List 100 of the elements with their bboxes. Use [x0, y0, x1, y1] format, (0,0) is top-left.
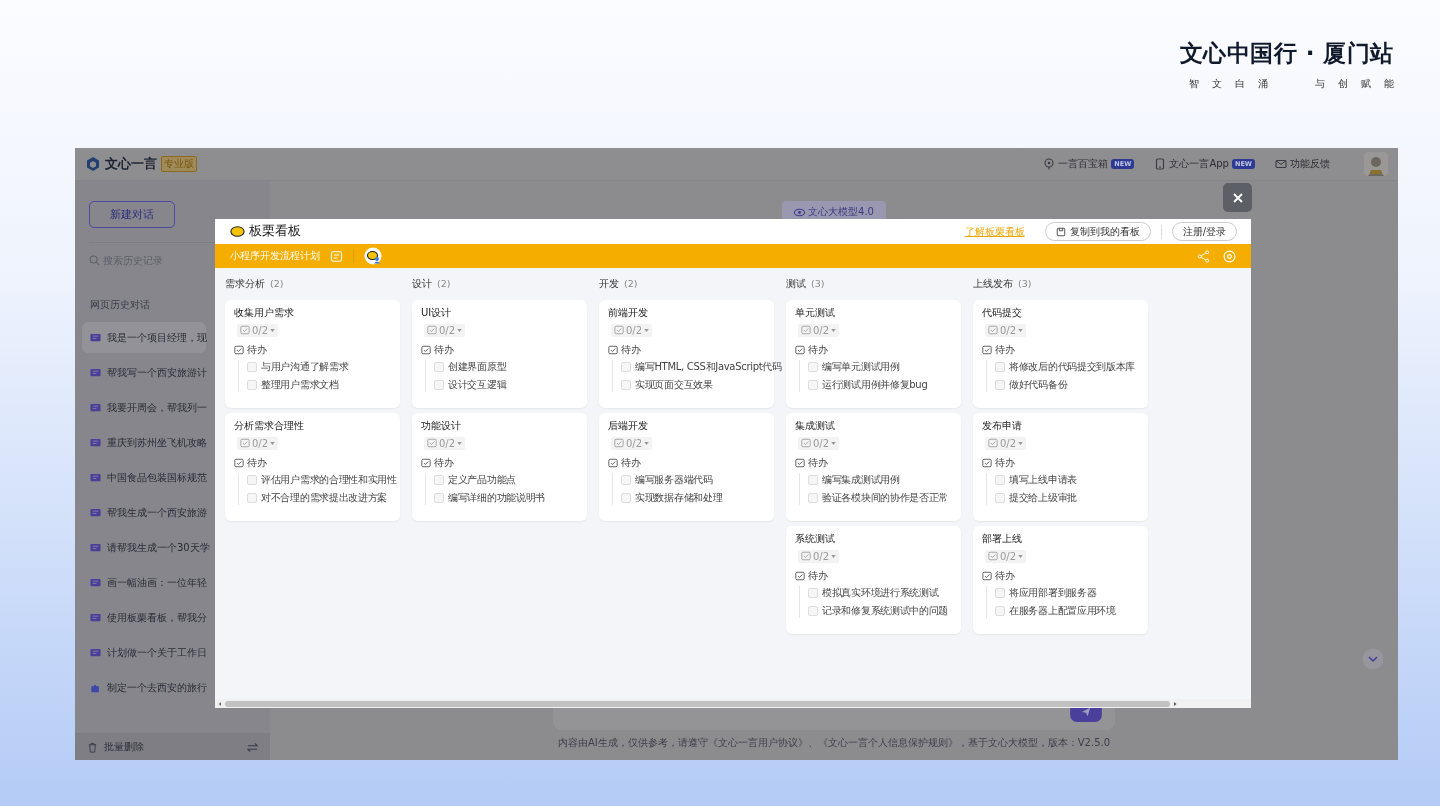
task-card[interactable]: 功能设计 0/2 待办 定义产品功能点 编写详细的功能说明书: [412, 413, 587, 521]
checklist-progress[interactable]: 0/2: [237, 323, 279, 337]
close-icon: [1231, 191, 1244, 204]
history-item[interactable]: 画一幅油画：一位年轻: [82, 567, 206, 598]
task-checkbox[interactable]: [247, 493, 257, 503]
checklist-progress[interactable]: 0/2: [985, 549, 1027, 563]
checklist-progress[interactable]: 0/2: [424, 323, 466, 337]
task-checkbox[interactable]: [434, 475, 444, 485]
task-checkbox[interactable]: [995, 588, 1005, 598]
task-checkbox[interactable]: [808, 362, 818, 372]
task-checkbox[interactable]: [808, 588, 818, 598]
close-button[interactable]: [1223, 183, 1252, 212]
task-label: 记录和修复系统测试中的问题: [822, 604, 949, 618]
avatar-icon[interactable]: [1364, 152, 1388, 176]
swap-icon[interactable]: [247, 741, 258, 753]
history-item[interactable]: 中国食品包装国标规范: [82, 462, 206, 493]
scrollbar-thumb[interactable]: [225, 700, 1170, 707]
caret-icon: [270, 328, 276, 332]
scroll-left-icon[interactable]: [217, 700, 223, 707]
caret-icon: [831, 554, 837, 558]
checklist-progress[interactable]: 0/2: [798, 323, 840, 337]
checklist-progress[interactable]: 0/2: [424, 436, 466, 450]
task-checkbox[interactable]: [434, 493, 444, 503]
task-card[interactable]: 收集用户需求 0/2 待办 与用户沟通了解需求 整理用户需求文档: [225, 300, 400, 408]
card-title: UI设计: [421, 306, 453, 320]
task-checkbox[interactable]: [995, 606, 1005, 616]
checklist-progress[interactable]: 0/2: [798, 436, 840, 450]
share-icon[interactable]: [1197, 249, 1210, 263]
batch-delete-button[interactable]: 批量删除: [87, 740, 144, 754]
checklist-icon: [982, 345, 992, 355]
chat-icon: [90, 367, 101, 378]
trash-icon: [87, 741, 98, 753]
scroll-down-icon[interactable]: [1362, 648, 1384, 670]
task-card[interactable]: 代码提交 0/2 待办 将修改后的代码提交到版本库 做好代码备份: [973, 300, 1148, 408]
task-card[interactable]: 部署上线 0/2 待办 将应用部署到服务器 在服务器上配置应用环境: [973, 526, 1148, 634]
checklist-icon: [614, 325, 624, 335]
task-checkbox[interactable]: [808, 606, 818, 616]
history-item[interactable]: 重庆到苏州坐飞机攻略: [82, 427, 206, 458]
task-checkbox[interactable]: [434, 380, 444, 390]
task-checkbox[interactable]: [621, 362, 631, 372]
phone-icon: [1154, 158, 1167, 170]
edition-badge: 专业版: [161, 156, 197, 172]
copy-board-button[interactable]: 复制到我的看板: [1044, 222, 1151, 241]
task-checkbox[interactable]: [995, 362, 1005, 372]
task-label: 编写服务器端代码: [635, 473, 713, 487]
card-title: 系统测试: [795, 532, 836, 546]
task-label: 运行测试用例并修复bug: [822, 378, 928, 392]
header-link[interactable]: 功能反馈: [1275, 157, 1330, 171]
task-checkbox[interactable]: [808, 475, 818, 485]
task-card[interactable]: 后端开发 0/2 待办 编写服务器端代码 实现数据存储和处理: [599, 413, 774, 521]
task-card[interactable]: 集成测试 0/2 待办 编写集成测试用例 验证各模块间的协作是否正常: [786, 413, 961, 521]
learn-link[interactable]: 了解板栗看板: [964, 224, 1025, 239]
task-label: 将修改后的代码提交到版本库: [1009, 360, 1136, 374]
task-checkbox[interactable]: [621, 493, 631, 503]
checklist-progress[interactable]: 0/2: [798, 549, 840, 563]
settings-icon[interactable]: [1223, 249, 1236, 263]
task-checkbox[interactable]: [247, 475, 257, 485]
task-card[interactable]: 系统测试 0/2 待办 模拟真实环境进行系统测试 记录和修复系统测试中的问题: [786, 526, 961, 634]
task-card[interactable]: 单元测试 0/2 待办 编写单元测试用例 运行测试用例并修复bug: [786, 300, 961, 408]
user-avatar-icon[interactable]: [364, 247, 382, 265]
checklist-progress[interactable]: 0/2: [237, 436, 279, 450]
checklist-icon: [608, 345, 618, 355]
task-checkbox[interactable]: [621, 380, 631, 390]
checklist-progress[interactable]: 0/2: [611, 436, 653, 450]
task-checkbox[interactable]: [808, 380, 818, 390]
task-checkbox[interactable]: [995, 493, 1005, 503]
chat-icon: [90, 612, 101, 623]
task-card[interactable]: UI设计 0/2 待办 创建界面原型 设计交互逻辑: [412, 300, 587, 408]
card-title: 收集用户需求: [234, 306, 295, 320]
checklist-icon: [795, 571, 805, 581]
checklist-title: 待办: [808, 456, 828, 470]
checklist-icon: [421, 345, 431, 355]
new-chat-button[interactable]: 新建对话: [89, 201, 175, 228]
checklist-icon: [234, 345, 244, 355]
login-button[interactable]: 注册/登录: [1171, 222, 1237, 241]
note-icon[interactable]: [330, 249, 343, 263]
chat-icon: [90, 542, 101, 553]
task-checkbox[interactable]: [995, 475, 1005, 485]
event-title: 文心中国行 · 厦门站: [1179, 39, 1394, 68]
task-checkbox[interactable]: [808, 493, 818, 503]
checklist-progress[interactable]: 0/2: [985, 436, 1027, 450]
task-checkbox[interactable]: [247, 362, 257, 372]
task-card[interactable]: 发布申请 0/2 待办 填写上线申请表 提交给上级审批: [973, 413, 1148, 521]
task-checkbox[interactable]: [621, 475, 631, 485]
task-card[interactable]: 分析需求合理性 0/2 待办 评估用户需求的合理性和实用性 对不合理的需求提出改进方案: [225, 413, 400, 521]
task-label: 填写上线申请表: [1009, 473, 1077, 487]
card-title: 后端开发: [608, 419, 649, 433]
checklist-icon: [421, 458, 431, 468]
checklist-title: 待办: [808, 569, 828, 583]
checklist-title: 待办: [995, 343, 1015, 357]
column-title: 测试: [786, 277, 806, 291]
history-item[interactable]: 使用板栗看板，帮我分: [82, 602, 206, 633]
checklist-progress[interactable]: 0/2: [985, 323, 1027, 337]
checklist-icon: [795, 345, 805, 355]
scroll-right-icon[interactable]: [1172, 700, 1178, 707]
checklist-progress[interactable]: 0/2: [611, 323, 653, 337]
task-checkbox[interactable]: [434, 362, 444, 372]
task-label: 与用户沟通了解需求: [261, 360, 349, 374]
task-checkbox[interactable]: [247, 380, 257, 390]
task-checkbox[interactable]: [995, 380, 1005, 390]
